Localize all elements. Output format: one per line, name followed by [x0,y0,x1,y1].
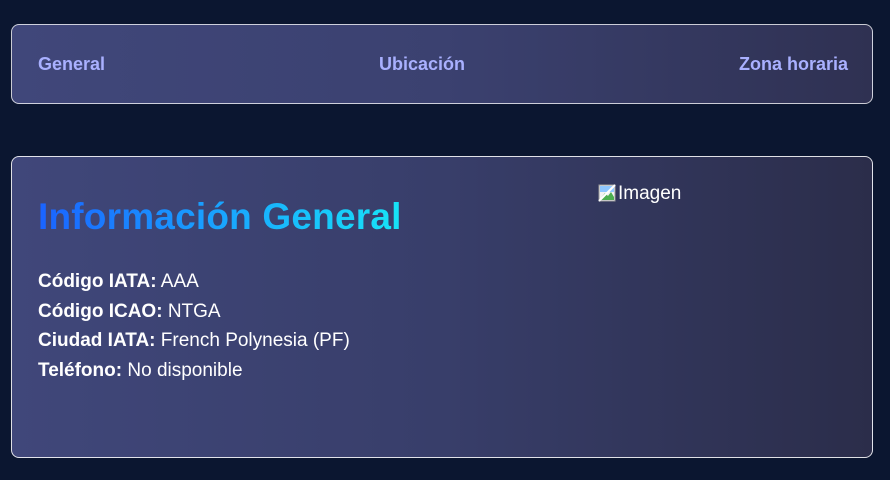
tab-bar: General Ubicación Zona horaria [11,24,873,104]
field-value: AAA [160,271,199,292]
tab-ubicacion[interactable]: Ubicación [379,54,465,75]
field-value: NTGA [167,300,221,322]
field-value: French Polynesia (PF) [160,330,350,351]
field-value: No disponible [127,359,243,381]
field-iata: Código IATA: AAA [38,267,350,297]
broken-image: Imagen [598,183,681,205]
field-telefono: Teléfono: No disponible [38,356,350,386]
field-ciudad: Ciudad IATA: French Polynesia (PF) [38,326,350,356]
field-icao: Código ICAO: NTGA [38,297,350,327]
image-alt-text: Imagen [618,183,682,204]
field-label: Teléfono: [38,359,123,381]
section-title: Información General [38,196,402,237]
info-card: Información General Imagen Código IATA: … [11,156,873,458]
broken-image-icon [598,184,616,202]
tab-zona-horaria[interactable]: Zona horaria [739,54,848,75]
field-label: Ciudad IATA: [38,330,156,351]
info-list: Código IATA: AAA Código ICAO: NTGA Ciuda… [38,267,350,385]
field-label: Código ICAO: [38,300,163,322]
field-label: Código IATA: [38,271,157,292]
tab-general[interactable]: General [38,54,105,75]
